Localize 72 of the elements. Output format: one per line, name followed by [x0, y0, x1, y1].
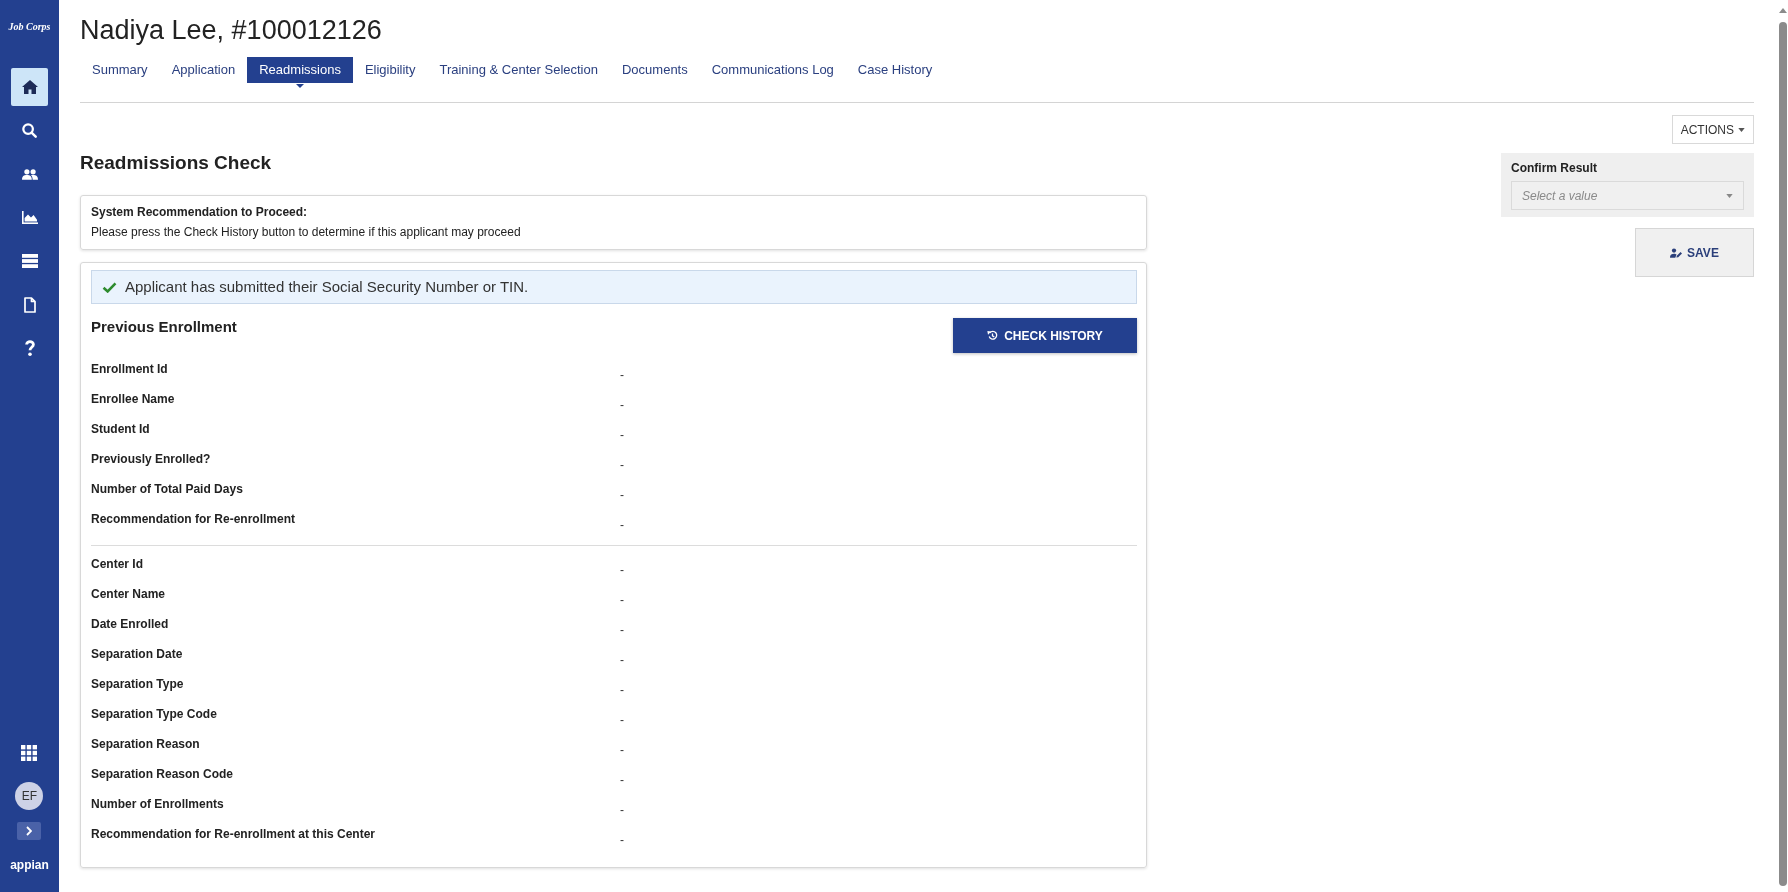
field-label: Number of Enrollments	[91, 796, 225, 813]
field-label: Confirm Result	[1511, 160, 1598, 176]
field-label: Separation Type	[91, 676, 185, 693]
field-label: Separation Type Code	[91, 706, 218, 723]
document-icon	[23, 296, 36, 313]
area-chart-icon	[21, 211, 38, 224]
field-value: -	[620, 712, 625, 729]
field-value: -	[620, 772, 625, 789]
field-value: -	[620, 457, 625, 474]
scrollbar-thumb[interactable]	[1778, 22, 1787, 886]
check-history-button[interactable]: CHECK HISTORY	[953, 318, 1137, 353]
notice-text: Applicant has submitted their Social Security Number or TIN.	[125, 276, 529, 297]
field-label: Student Id	[91, 421, 151, 438]
list-icon	[21, 254, 38, 268]
field-label: Separation Date	[91, 646, 184, 663]
scroll-up-arrow-icon[interactable]	[1778, 8, 1787, 13]
section-title: Readmissions Check	[80, 153, 273, 173]
recommendation-label: System Recommendation to Proceed:	[91, 204, 309, 221]
field-value: -	[620, 742, 625, 759]
caret-down-icon	[1738, 127, 1745, 132]
brand-logo: appian	[10, 857, 49, 873]
user-avatar[interactable]: EF	[15, 782, 44, 810]
apps-grid-icon[interactable]	[21, 745, 38, 761]
field-value: -	[620, 397, 625, 414]
page-title: Nadiya Lee, #100012126	[80, 14, 383, 47]
chevron-right-icon	[26, 826, 33, 836]
home-icon	[21, 80, 38, 94]
field-value: -	[620, 367, 625, 384]
field-value: -	[620, 802, 625, 819]
history-icon	[987, 330, 999, 341]
tab[interactable]: Application	[159, 57, 248, 83]
tab[interactable]: Summary	[80, 57, 160, 83]
field-value: -	[620, 592, 625, 609]
logo: Job Corps	[8, 20, 51, 34]
caret-down-icon	[1726, 193, 1733, 198]
field-label: Enrollee Name	[91, 391, 176, 408]
field-value: -	[620, 652, 625, 669]
field-label: Separation Reason	[91, 736, 201, 753]
check-icon	[102, 281, 117, 293]
field-label: Number of Total Paid Days	[91, 481, 244, 498]
subsection-title: Previous Enrollment	[91, 317, 237, 337]
tab[interactable]: Documents	[609, 57, 700, 83]
field-label: Date Enrolled	[91, 616, 170, 633]
field-value: -	[620, 562, 625, 579]
user-edit-icon	[1670, 247, 1683, 258]
field-label: Enrollment Id	[91, 361, 169, 378]
field-value: -	[620, 517, 625, 534]
field-label: Separation Reason Code	[91, 766, 235, 783]
field-label: Previously Enrolled?	[91, 451, 212, 468]
tab[interactable]: Eligibility	[352, 57, 428, 83]
tab-pointer-icon	[296, 84, 305, 88]
field-value: -	[620, 487, 625, 504]
expand-button[interactable]	[17, 822, 42, 840]
field-value: -	[620, 682, 625, 699]
search-icon	[22, 123, 37, 138]
help-icon	[24, 340, 35, 356]
actions-button[interactable]: ACTIONS	[1671, 115, 1754, 144]
field-label: Center Id	[91, 556, 144, 573]
field-label: Recommendation for Re-enrollment	[91, 511, 297, 528]
users-icon	[21, 168, 38, 180]
recommendation-text: Please press the Check History button to determine if this applicant may proceed	[91, 224, 522, 241]
sidebar-nav-item[interactable]	[11, 68, 48, 106]
field-value: -	[620, 832, 625, 849]
tab[interactable]: Case History	[845, 57, 945, 83]
field-value: -	[620, 427, 625, 444]
save-button[interactable]: SAVE	[1635, 228, 1754, 277]
tab[interactable]: Readmissions	[247, 57, 353, 83]
field-label: Recommendation for Re-enrollment at this Center	[91, 826, 377, 843]
field-value: -	[620, 622, 625, 639]
field-label: Center Name	[91, 586, 167, 603]
tab[interactable]: Communications Log	[699, 57, 846, 83]
tab[interactable]: Training & Center Selection	[427, 57, 610, 83]
